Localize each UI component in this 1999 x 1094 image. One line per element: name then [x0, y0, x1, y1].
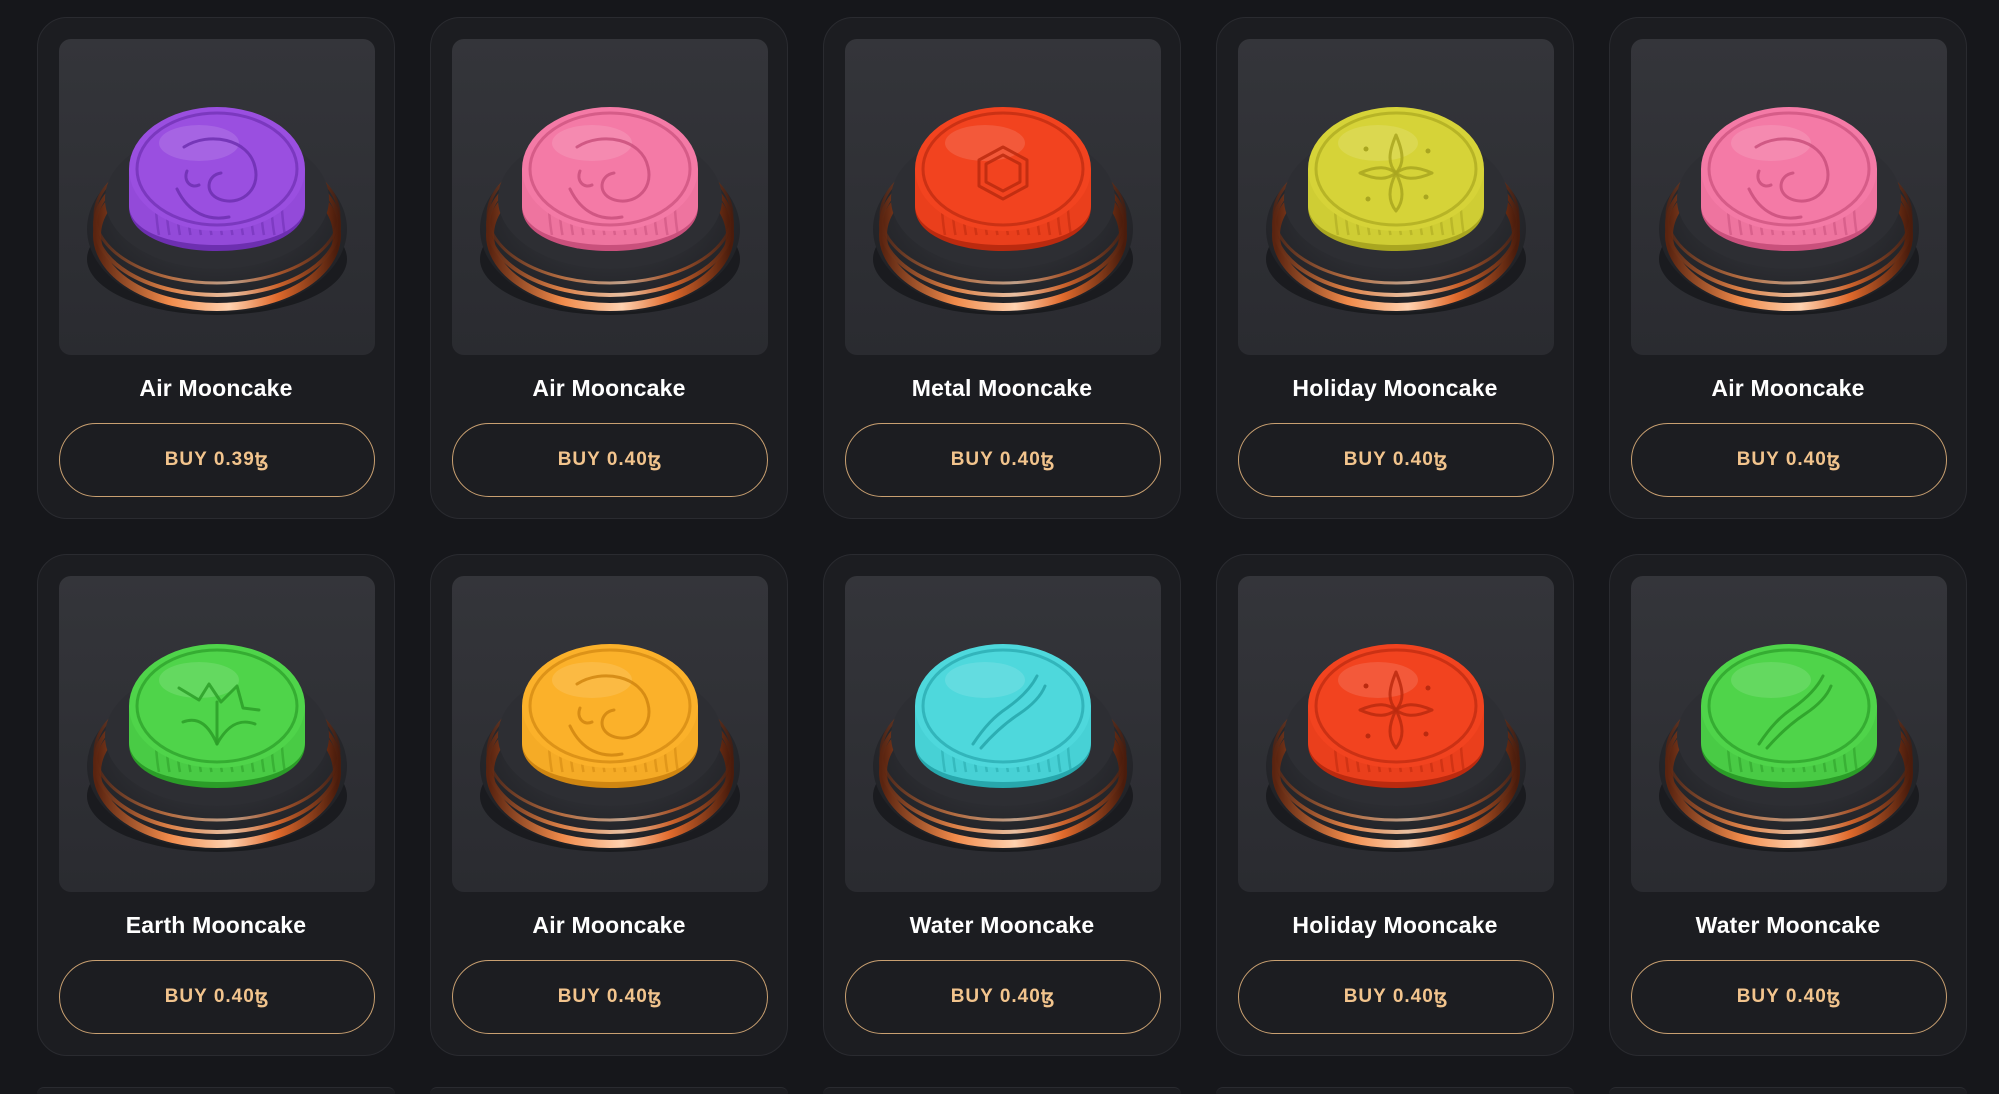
product-grid: Air Mooncake BUY 0.39 ꜩ Air Mooncake BUY 0.…: [37, 17, 1967, 1056]
buy-label: BUY: [557, 986, 601, 1007]
price-text: 0.40: [1785, 449, 1827, 470]
product-card: Water Mooncake BUY 0.40 ꜩ: [823, 554, 1181, 1056]
card-partial: [1216, 1087, 1574, 1094]
product-name: Air Mooncake: [532, 375, 686, 401]
product-card: Holiday Mooncake BUY 0.40 ꜩ: [1216, 17, 1574, 519]
mooncake-image: [845, 576, 1161, 892]
tez-currency-icon: ꜩ: [254, 449, 270, 471]
tez-currency-icon: ꜩ: [1040, 986, 1056, 1008]
tez-currency-icon: ꜩ: [254, 986, 270, 1008]
tez-currency-icon: ꜩ: [647, 449, 663, 471]
mooncake-image: [452, 39, 768, 355]
mooncake-image: [1238, 576, 1554, 892]
buy-button[interactable]: BUY 0.40 ꜩ: [1631, 960, 1947, 1034]
product-card: Water Mooncake BUY 0.40 ꜩ: [1609, 554, 1967, 1056]
product-name: Holiday Mooncake: [1292, 375, 1498, 401]
product-name: Water Mooncake: [909, 912, 1095, 938]
price-text: 0.40: [606, 986, 648, 1007]
buy-label: BUY: [1343, 449, 1387, 470]
product-card: Air Mooncake BUY 0.40 ꜩ: [430, 17, 788, 519]
tez-currency-icon: ꜩ: [647, 986, 663, 1008]
product-card: Air Mooncake BUY 0.40 ꜩ: [1609, 17, 1967, 519]
mooncake-image: [59, 39, 375, 355]
buy-button[interactable]: BUY 0.40 ꜩ: [1631, 423, 1947, 497]
price-text: 0.40: [999, 986, 1041, 1007]
price-text: 0.40: [1392, 449, 1434, 470]
tez-currency-icon: ꜩ: [1433, 449, 1449, 471]
mooncake-image: [59, 576, 375, 892]
card-partial: [823, 1087, 1181, 1094]
product-card: Air Mooncake BUY 0.39 ꜩ: [37, 17, 395, 519]
price-text: 0.40: [213, 986, 255, 1007]
buy-button[interactable]: BUY 0.40 ꜩ: [845, 423, 1161, 497]
buy-button[interactable]: BUY 0.40 ꜩ: [1238, 960, 1554, 1034]
buy-button[interactable]: BUY 0.40 ꜩ: [1238, 423, 1554, 497]
product-name: Air Mooncake: [532, 912, 686, 938]
tez-currency-icon: ꜩ: [1433, 986, 1449, 1008]
buy-button[interactable]: BUY 0.40 ꜩ: [845, 960, 1161, 1034]
tez-currency-icon: ꜩ: [1040, 449, 1056, 471]
buy-label: BUY: [1736, 986, 1780, 1007]
buy-label: BUY: [557, 449, 601, 470]
product-name: Water Mooncake: [1695, 912, 1881, 938]
buy-label: BUY: [950, 449, 994, 470]
buy-label: BUY: [1343, 986, 1387, 1007]
price-text: 0.39: [213, 449, 255, 470]
card-partial: [430, 1087, 788, 1094]
product-name: Metal Mooncake: [911, 375, 1093, 401]
next-row-partial: [37, 1087, 1967, 1094]
price-text: 0.40: [1785, 986, 1827, 1007]
product-card: Earth Mooncake BUY 0.40 ꜩ: [37, 554, 395, 1056]
product-card: Air Mooncake BUY 0.40 ꜩ: [430, 554, 788, 1056]
product-name: Earth Mooncake: [125, 912, 307, 938]
buy-button[interactable]: BUY 0.40 ꜩ: [452, 960, 768, 1034]
buy-button[interactable]: BUY 0.40 ꜩ: [59, 960, 375, 1034]
mooncake-image: [1631, 576, 1947, 892]
buy-label: BUY: [950, 986, 994, 1007]
buy-label: BUY: [164, 449, 208, 470]
card-partial: [1609, 1087, 1967, 1094]
mooncake-image: [1238, 39, 1554, 355]
price-text: 0.40: [1392, 986, 1434, 1007]
buy-label: BUY: [164, 986, 208, 1007]
price-text: 0.40: [999, 449, 1041, 470]
tez-currency-icon: ꜩ: [1826, 449, 1842, 471]
card-partial: [37, 1087, 395, 1094]
product-name: Air Mooncake: [1711, 375, 1865, 401]
product-name: Holiday Mooncake: [1292, 912, 1498, 938]
buy-button[interactable]: BUY 0.40 ꜩ: [452, 423, 768, 497]
tez-currency-icon: ꜩ: [1826, 986, 1842, 1008]
product-card: Holiday Mooncake BUY 0.40 ꜩ: [1216, 554, 1574, 1056]
mooncake-image: [845, 39, 1161, 355]
mooncake-image: [452, 576, 768, 892]
buy-button[interactable]: BUY 0.39 ꜩ: [59, 423, 375, 497]
product-name: Air Mooncake: [139, 375, 293, 401]
product-card: Metal Mooncake BUY 0.40 ꜩ: [823, 17, 1181, 519]
price-text: 0.40: [606, 449, 648, 470]
mooncake-image: [1631, 39, 1947, 355]
buy-label: BUY: [1736, 449, 1780, 470]
